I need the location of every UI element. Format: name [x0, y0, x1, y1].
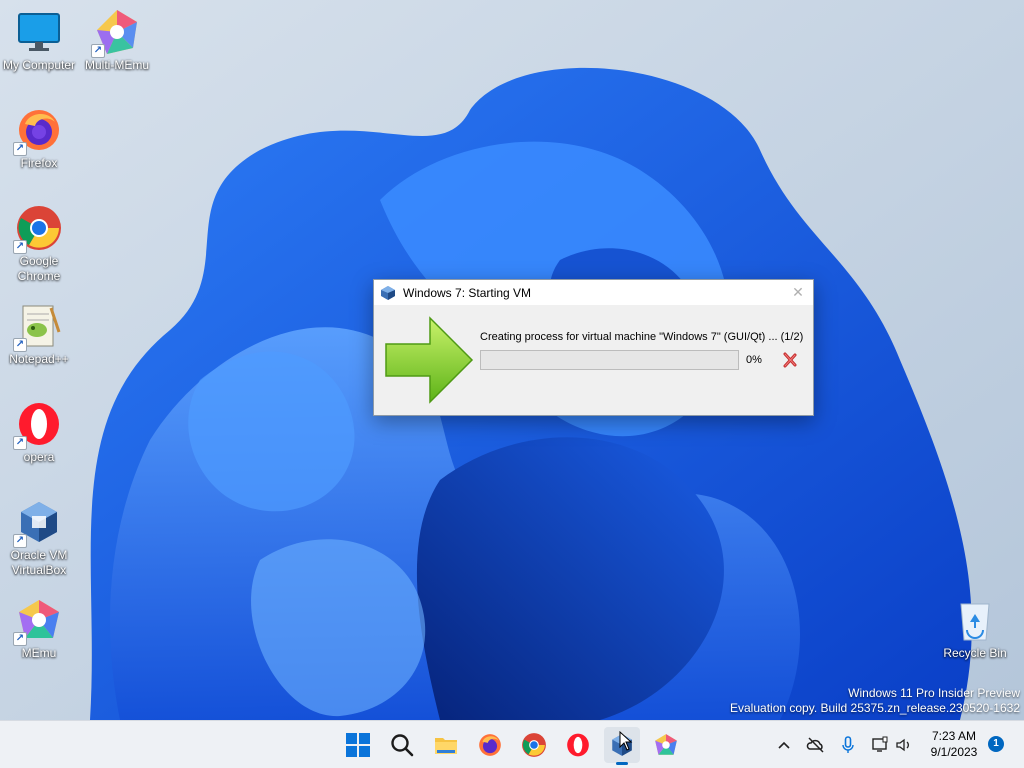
virtualbox-icon — [380, 285, 396, 301]
shortcut-arrow-icon: ↗ — [91, 44, 105, 58]
shortcut-arrow-icon: ↗ — [13, 632, 27, 646]
onedrive-offline-icon[interactable] — [806, 735, 826, 755]
desktop-icon-firefox[interactable]: ↗ Firefox — [0, 106, 79, 171]
opera-icon: ↗ — [13, 400, 63, 450]
shortcut-arrow-icon: ↗ — [13, 142, 27, 156]
taskbar-file-explorer[interactable] — [428, 727, 464, 763]
chrome-icon — [522, 733, 546, 757]
desktop-icon-label: Oracle VM VirtualBox — [10, 548, 68, 577]
desktop-icon-virtualbox[interactable]: ↗ Oracle VM VirtualBox — [0, 498, 79, 578]
memu-icon — [655, 734, 677, 755]
windows-watermark: Windows 11 Pro Insider Preview Evaluatio… — [730, 686, 1020, 716]
shortcut-arrow-icon: ↗ — [13, 534, 27, 548]
taskbar-memu[interactable] — [648, 727, 684, 763]
desktop-icon-label: Firefox — [20, 156, 58, 170]
search-button[interactable] — [384, 727, 420, 763]
show-hidden-icons-chevron-up-icon[interactable] — [774, 735, 794, 755]
taskbar-firefox[interactable] — [472, 727, 508, 763]
windows-logo-icon — [346, 733, 370, 757]
dialog-title: Windows 7: Starting VM — [403, 285, 532, 300]
clock-date: 9/1/2023 — [930, 745, 978, 759]
desktop-icon-opera[interactable]: ↗ opera — [0, 400, 79, 465]
active-app-indicator — [616, 762, 628, 765]
taskbar-chrome[interactable] — [516, 727, 552, 763]
progress-bar — [480, 350, 739, 370]
memu-icon: ↗ — [13, 596, 63, 646]
desktop-icon-memu[interactable]: ↗ MEmu — [0, 596, 79, 661]
desktop-icon-my-computer[interactable]: My Computer — [0, 8, 79, 73]
taskbar-clock[interactable]: 7:23 AM 9/1/2023 — [920, 728, 988, 760]
dialog-titlebar[interactable]: Windows 7: Starting VM ✕ — [374, 280, 813, 305]
opera-icon — [567, 733, 589, 757]
desktop-icon-label: Multi-MEmu — [84, 58, 149, 72]
network-icon[interactable] — [870, 735, 890, 755]
desktop-icon-recycle-bin[interactable]: Recycle Bin — [935, 596, 1015, 661]
watermark-line-2: Evaluation copy. Build 25375.zn_release.… — [730, 701, 1020, 715]
folder-icon — [435, 738, 457, 754]
notification-badge[interactable]: 1 — [988, 736, 1004, 752]
desktop-icon-multi-memu[interactable]: ↗ Multi-MEmu — [77, 8, 157, 73]
firefox-icon: ↗ — [13, 106, 63, 156]
search-icon — [391, 734, 414, 757]
firefox-icon — [479, 734, 501, 756]
clock-time: 7:23 AM — [931, 729, 977, 743]
monitor-icon — [15, 8, 63, 56]
volume-icon[interactable] — [894, 735, 914, 755]
chrome-icon: ↗ — [13, 204, 63, 254]
taskbar — [0, 720, 1024, 768]
shortcut-arrow-icon: ↗ — [13, 436, 27, 450]
desktop-icon-label: MEmu — [21, 646, 57, 660]
shortcut-arrow-icon: ↗ — [13, 240, 27, 254]
microphone-icon[interactable] — [838, 735, 858, 755]
cancel-x-icon[interactable] — [782, 352, 798, 368]
start-button[interactable] — [340, 727, 376, 763]
multi-memu-icon: ↗ — [91, 8, 141, 58]
progress-percent: 0% — [746, 354, 762, 366]
desktop-icon-notepadpp[interactable]: ↗ Notepad++ — [0, 302, 79, 367]
recycle-bin-icon — [951, 596, 999, 644]
desktop-icon-label: My Computer — [2, 58, 76, 72]
desktop-icon-chrome[interactable]: ↗ Google Chrome — [0, 204, 79, 284]
starting-vm-dialog: Windows 7: Starting VM ✕ Creating proces… — [373, 279, 814, 416]
desktop-icon-label: Notepad++ — [9, 352, 69, 366]
shortcut-arrow-icon: ↗ — [13, 338, 27, 352]
desktop-icon-label: Recycle Bin — [943, 646, 1007, 660]
virtualbox-icon: ↗ — [13, 498, 63, 548]
status-text: Creating process for virtual machine "Wi… — [480, 331, 804, 343]
taskbar-opera[interactable] — [560, 727, 596, 763]
mouse-cursor-icon — [619, 730, 633, 756]
watermark-line-1: Windows 11 Pro Insider Preview — [848, 686, 1020, 700]
desktop-icon-label: opera — [23, 450, 55, 464]
desktop-icon-label: Google Chrome — [17, 254, 61, 283]
notepadpp-icon: ↗ — [13, 302, 63, 352]
close-button[interactable]: ✕ — [783, 280, 813, 305]
green-arrow-icon — [384, 316, 474, 409]
